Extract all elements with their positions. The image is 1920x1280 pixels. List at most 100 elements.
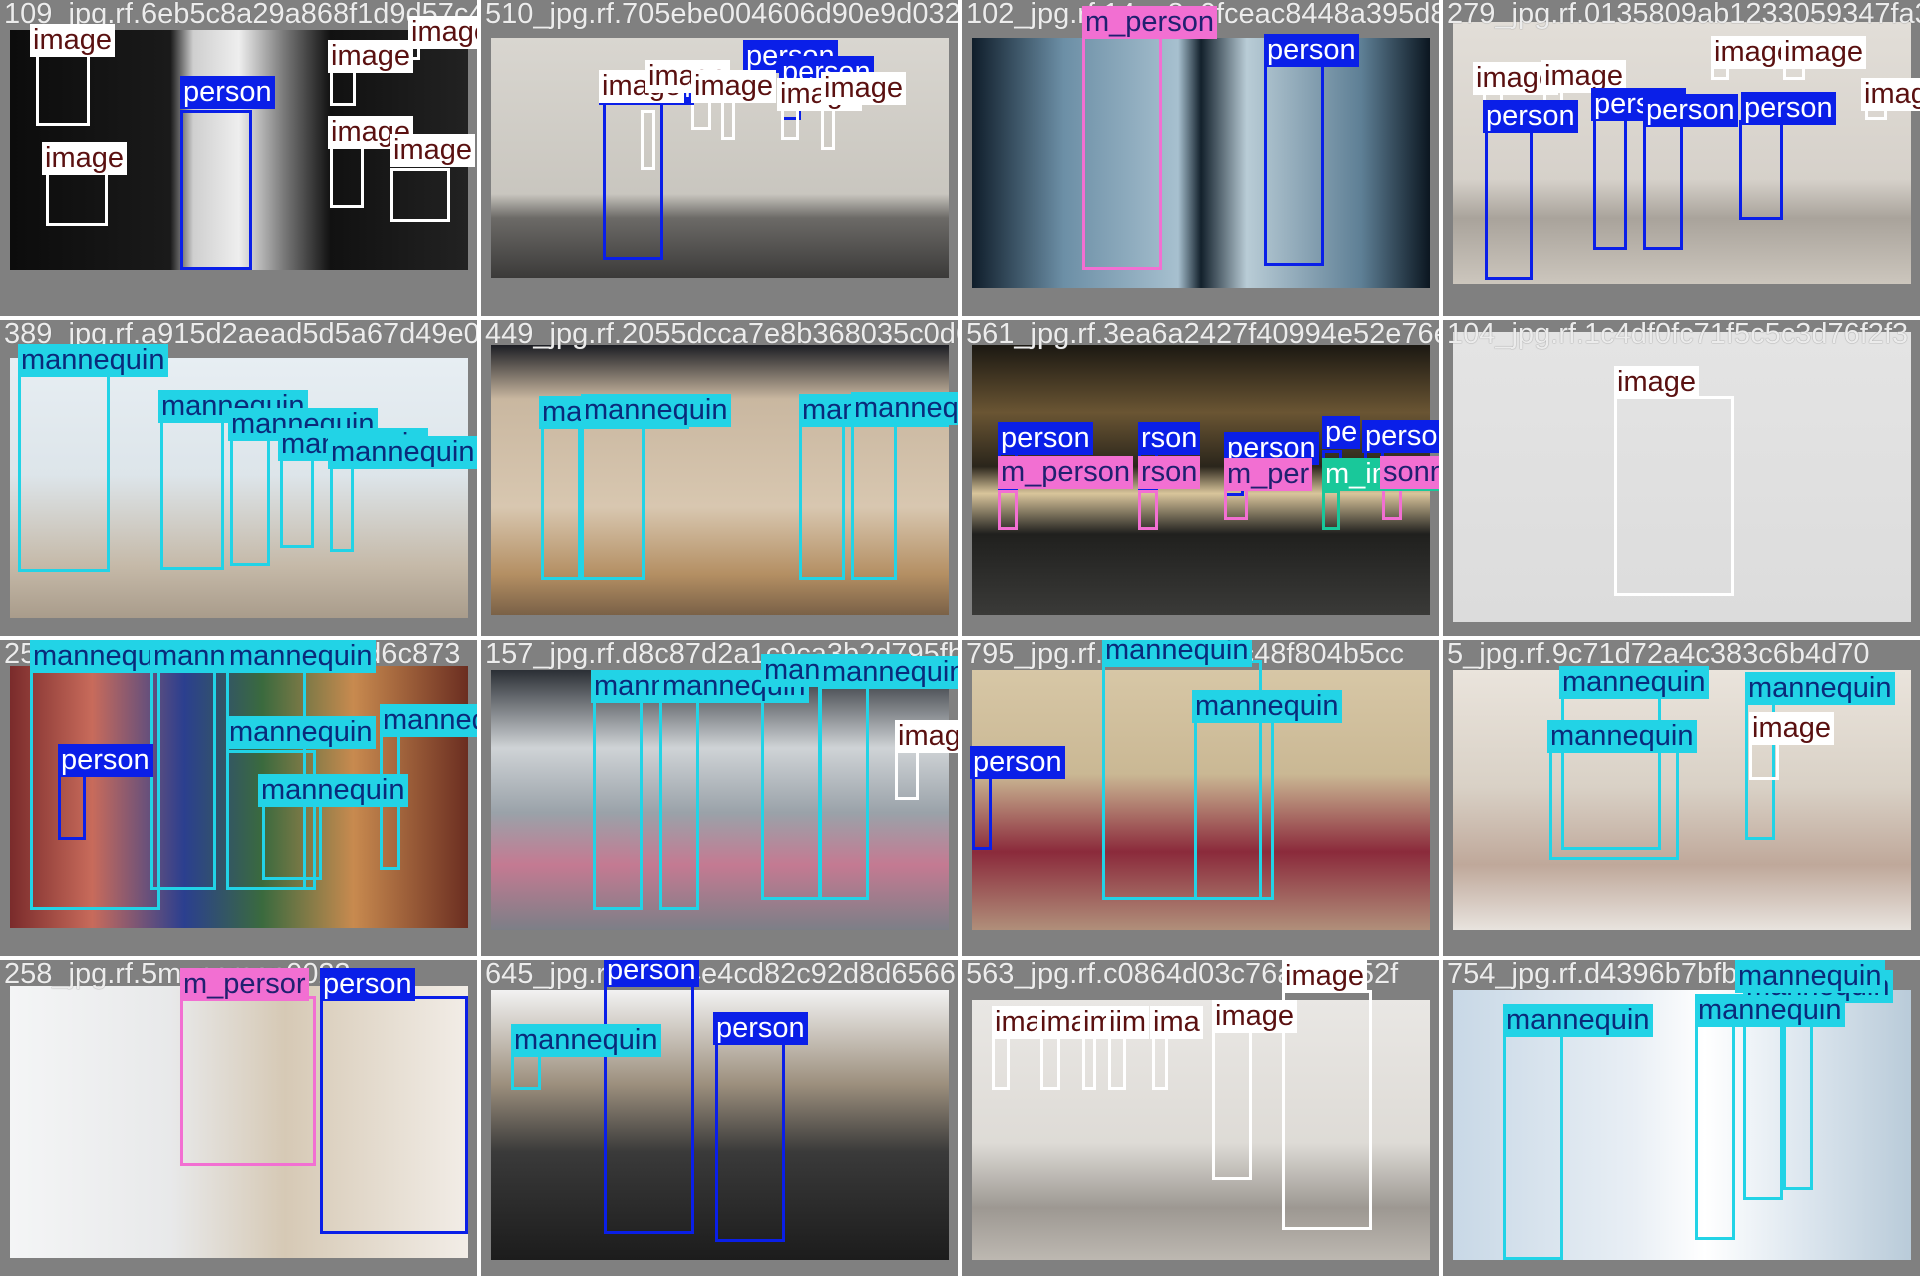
tile-1: 109_jpg.rf.6eb5c8a29a868f1d9d57c4e00imag…: [0, 0, 477, 316]
bbox-label-image: image: [1212, 1000, 1297, 1033]
bbox-person: [1739, 120, 1783, 220]
detection-mosaic: 109_jpg.rf.6eb5c8a29a868f1d9d57c4e00imag…: [0, 0, 1920, 1280]
bbox-label-image: image: [895, 720, 958, 753]
bbox-label-person: rson: [1138, 422, 1201, 455]
photo-store-interior: [1453, 670, 1911, 930]
bbox-label-mannequin: mannequin: [1102, 640, 1252, 667]
tile-14: 645_jpg.rf.0c3e4e4cd82c92d8d6566 person pe…: [481, 960, 958, 1276]
bbox-label-person: pe: [1322, 416, 1361, 449]
bbox-image: [46, 166, 108, 226]
bbox-label-mannequin: mannequin: [18, 344, 168, 377]
bbox-mannequin: [761, 680, 821, 900]
bbox-label-person: person: [1643, 94, 1738, 127]
tile-filename: 449_jpg.rf.2055dcca7e8b368035c0d68: [485, 320, 958, 350]
bbox-image: [390, 168, 450, 222]
bbox-mannequin: [659, 690, 699, 910]
bbox-person: [320, 996, 468, 1234]
bbox-mannequin: [1743, 1000, 1783, 1200]
bbox-m_person: [180, 996, 316, 1166]
bbox-label-mannequin: mannequin: [1745, 672, 1895, 705]
bbox-image: [1212, 1030, 1252, 1180]
bbox-image: [641, 110, 655, 170]
tile-6: 449_jpg.rf.2055dcca7e8b368035c0d68manneq…: [481, 320, 958, 636]
bbox-image: [992, 1030, 1010, 1090]
tile-13: 258_jpg.rf.5m_person0023 m_persor person: [0, 960, 477, 1276]
bbox-mannequin: [851, 420, 897, 580]
tile-filename: 561_jpg.rf.3ea6a2427f40994e52e76e0e4d: [966, 320, 1439, 350]
bbox-label-mannequin: mannequin: [226, 640, 376, 673]
bbox-label-image: image: [1749, 712, 1834, 745]
bbox-label-mannequin: mannequin: [851, 392, 958, 425]
bbox-label-image: image: [1614, 366, 1699, 399]
bbox-label-mannequin: mannequin: [1547, 720, 1697, 753]
bbox-m_image: [1322, 490, 1340, 530]
bbox-person: [1643, 120, 1683, 250]
bbox-label-person: person: [970, 746, 1065, 779]
tile-filename: 645_jpg.rf.0c3e4e4cd82c92d8d6566: [485, 960, 956, 990]
bbox-label-image: image: [30, 24, 115, 57]
bbox-person: [58, 770, 86, 840]
bbox-mannequin: [30, 670, 160, 910]
bbox-label-m_person: m_person: [1082, 6, 1217, 39]
bbox-image: [1108, 1030, 1126, 1090]
bbox-m_person: [1082, 30, 1162, 270]
bbox-label-image: ima: [1150, 1006, 1203, 1039]
bbox-label-mannequin: mannequin: [380, 704, 477, 737]
bbox-person: [1485, 130, 1533, 280]
bbox-mannequin: [160, 420, 224, 570]
tile-filename: 279_jpg.rf.0135809ab1233059347fa39: [1447, 0, 1920, 30]
bbox-image: [1082, 1030, 1096, 1090]
bbox-mannequin: [1549, 740, 1679, 860]
bbox-label-mannequin: mannequin: [819, 656, 958, 689]
bbox-person: [604, 984, 694, 1234]
bbox-mannequin: [799, 420, 845, 580]
tile-filename: 510_jpg.rf.705ebe004606d90e9d032f6b: [485, 0, 958, 30]
bbox-label-mannequin: mannequin: [328, 436, 477, 469]
bbox-label-person: person: [998, 422, 1093, 455]
bbox-label-person: person: [1741, 92, 1836, 125]
bbox-person: [1593, 110, 1627, 250]
bbox-label-mannequin: mannequin: [511, 1024, 661, 1057]
bbox-image: [1152, 1030, 1168, 1090]
bbox-image: [721, 100, 735, 140]
bbox-mannequin: [1695, 1020, 1735, 1240]
bbox-label-image: image: [408, 16, 477, 49]
tile-filename: 104_jpg.rf.1c4df0fc71f5c5c3d76f2f3: [1447, 320, 1909, 350]
bbox-m_person: [998, 490, 1018, 530]
bbox-label-image: iim: [1106, 1006, 1150, 1039]
bbox-mannequin: [230, 436, 270, 566]
bbox-label-m_person: sonn: [1380, 456, 1439, 489]
bbox-label-m_person: m_persor: [180, 968, 309, 1001]
bbox-label-mannequin: mannequin: [226, 716, 376, 749]
bbox-mannequin: [1194, 720, 1274, 900]
bbox-image: [1040, 1030, 1060, 1090]
bbox-mannequin: [150, 670, 216, 890]
bbox-label-image: image: [42, 142, 127, 175]
bbox-label-mannequin: mannequin: [258, 774, 408, 807]
bbox-label-m_person: m_person: [998, 456, 1133, 489]
photo-window-silhouettes: [972, 38, 1430, 288]
tile-12: 5_jpg.rf.9c71d72a4c383c6b4d70 mannequin ma…: [1443, 640, 1920, 956]
tile-8: 104_jpg.rf.1c4df0fc71f5c5c3d76f2f3image: [1443, 320, 1920, 636]
photo-clothing-store-racks: [491, 670, 949, 930]
bbox-image: [36, 46, 90, 126]
bbox-label-person: person: [180, 76, 275, 109]
bbox-label-image: image: [1861, 78, 1920, 111]
bbox-person: [180, 110, 252, 270]
bbox-person: [1264, 56, 1324, 266]
tile-9: 25_jpg.rf.mannequin0b14b0d6c873mannequma…: [0, 640, 477, 956]
bbox-mannequin: [819, 680, 869, 900]
tile-3: 102_jpg.rf.14ee8a0fceac8448a395d8d9c3m_p…: [962, 0, 1439, 316]
bbox-label-m_person: m_per: [1224, 458, 1313, 491]
bbox-mannequin: [581, 420, 645, 580]
bbox-mannequin: [1503, 1030, 1563, 1260]
bbox-label-image: image: [1282, 960, 1367, 993]
bbox-label-image: image: [390, 134, 475, 167]
bbox-label-m_person: rson: [1138, 456, 1201, 489]
bbox-m_person: [1138, 490, 1158, 530]
bbox-mannequin: [593, 690, 643, 910]
bbox-mannequin: [18, 372, 110, 572]
tile-16: 754_jpg.rf.d4396b7bfb7efa0 mannequin manne…: [1443, 960, 1920, 1276]
bbox-label-mannequin: mannequin: [1192, 690, 1342, 723]
bbox-label-person: person: [1483, 100, 1578, 133]
